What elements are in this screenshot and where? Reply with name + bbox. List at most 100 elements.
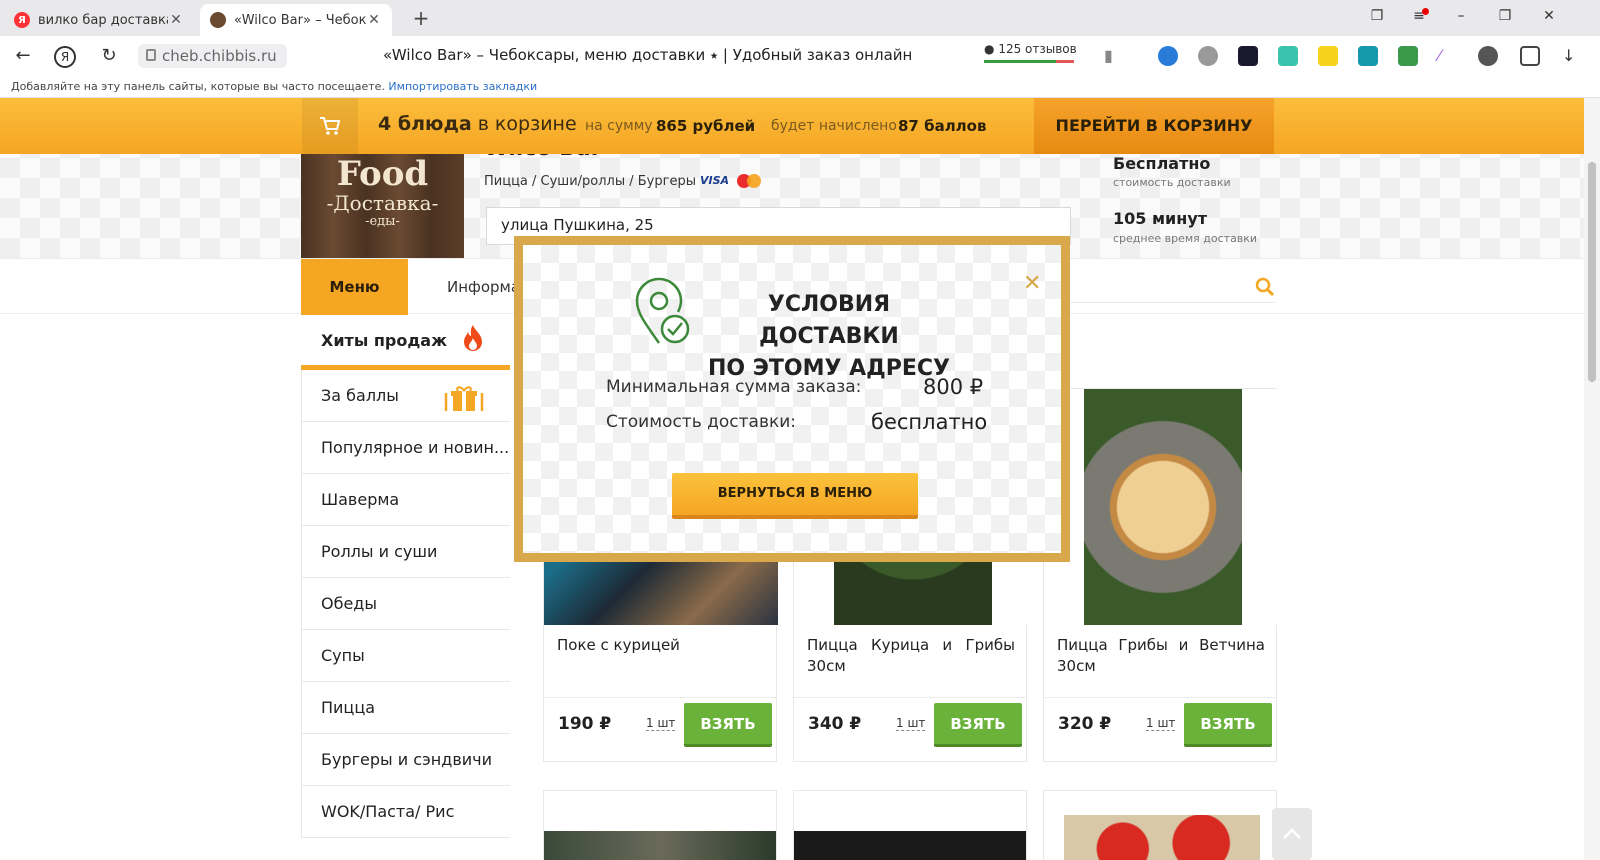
product-quantity[interactable]: 1 шт	[896, 716, 926, 731]
tabs-list-icon[interactable]: ❐	[1362, 8, 1392, 28]
sidebar-item-label: Супы	[321, 646, 365, 665]
url-field[interactable]: cheb.chibbis.ru	[138, 44, 287, 68]
cart-count-number: 4 блюда	[378, 113, 472, 135]
back-arrow-icon[interactable]: ←	[12, 46, 34, 68]
logo-line-2: -Доставка-	[326, 191, 439, 215]
browser-tab-2[interactable]: «Wilco Bar» – Чебоксар ✕	[200, 4, 392, 36]
extension-yellow-icon[interactable]	[1318, 46, 1338, 66]
sidebar-item-label: Шаверма	[321, 490, 400, 509]
product-name[interactable]: Поке с курицей	[557, 635, 765, 656]
reviews-badge[interactable]: ● 125 отзывов	[984, 42, 1077, 63]
sidebar-item-burgers[interactable]: Бургеры и сэндвичи	[301, 734, 510, 786]
sidebar-item-label: Бургеры и сэндвичи	[321, 750, 492, 769]
close-tab-icon[interactable]: ✕	[366, 12, 382, 28]
browser-tab-1[interactable]: Я вилко бар доставка чебок ✕	[4, 4, 194, 36]
lock-icon	[146, 49, 156, 61]
product-card: Пицца Грибы и Ветчина 30см 320 ₽ 1 шт ВЗ…	[1043, 388, 1278, 762]
rating-bar	[984, 60, 1074, 63]
sidebar-item-hits[interactable]: Хиты продаж	[301, 314, 510, 370]
product-card	[1043, 790, 1277, 860]
product-image[interactable]	[794, 831, 1026, 860]
address-bar: ← Я ↻ cheb.chibbis.ru «Wilco Bar» – Чебо…	[0, 36, 1600, 76]
tab-info[interactable]: Информа	[447, 259, 520, 315]
extension-bulb-icon[interactable]	[1478, 46, 1498, 66]
product-image[interactable]	[1064, 815, 1260, 860]
delivery-conditions-modal: ✕ УСЛОВИЯ ДОСТАВКИ ПО ЭТОМУ АДРЕСУ Миним…	[514, 236, 1070, 562]
restaurant-logo: Food -Доставка- -еды-	[301, 154, 464, 258]
extension-shield-icon[interactable]	[1398, 46, 1418, 66]
menu-icon[interactable]: ≡	[1404, 8, 1434, 28]
extension-teal-icon[interactable]	[1278, 46, 1298, 66]
product-price: 340 ₽	[808, 714, 862, 734]
close-tab-icon[interactable]: ✕	[168, 12, 184, 28]
sidebar-item-soups[interactable]: Супы	[301, 630, 510, 682]
import-bookmarks-link[interactable]: Импортировать закладки	[388, 80, 537, 93]
minimize-button[interactable]: –	[1446, 8, 1476, 28]
delivery-cost-value: Бесплатно	[1113, 154, 1211, 173]
tab-title: «Wilco Bar» – Чебоксар	[234, 12, 366, 28]
sidebar-item-popular[interactable]: Популярное и новин...	[301, 422, 510, 474]
extension-blue-icon[interactable]	[1358, 46, 1378, 66]
sidebar-item-label: Хиты продаж	[321, 331, 447, 350]
extension-cloud-icon[interactable]	[1158, 46, 1178, 66]
extension-pen-icon[interactable]: ⁄	[1438, 46, 1458, 66]
cart-sum-label: на сумму	[585, 118, 653, 134]
go-to-cart-button[interactable]: ПЕРЕЙТИ В КОРЗИНУ	[1034, 98, 1274, 154]
close-window-button[interactable]: ✕	[1534, 8, 1564, 28]
delivery-cost-value: бесплатно	[871, 410, 988, 434]
reload-icon[interactable]: ↻	[98, 46, 120, 68]
scrollbar-thumb[interactable]	[1588, 162, 1596, 382]
product-name[interactable]: Пицца Курица и Грибы 30см	[807, 635, 1015, 677]
category-sidebar: Хиты продаж За баллы Популярное и новин.…	[301, 314, 510, 838]
web-page: Food -Доставка- -еды- Wilco Bar Пицца / …	[0, 98, 1584, 860]
sidebar-item-label: Пицца	[321, 698, 376, 717]
tab-title: вилко бар доставка чебок	[38, 12, 168, 28]
gift-icon	[444, 382, 484, 421]
extension-sh-icon[interactable]	[1238, 46, 1258, 66]
page-title: «Wilco Bar» – Чебоксары, меню доставки ⭑…	[383, 46, 913, 64]
downloads-icon[interactable]: ↓	[1562, 46, 1582, 66]
scroll-up-button[interactable]	[1272, 808, 1312, 860]
product-quantity[interactable]: 1 шт	[646, 716, 676, 731]
sidebar-item-label: Роллы и суши	[321, 542, 438, 561]
maximize-button[interactable]: ❐	[1490, 8, 1520, 28]
product-image[interactable]	[1044, 389, 1278, 625]
search-icon[interactable]	[1255, 277, 1275, 301]
cart-icon[interactable]	[302, 98, 358, 154]
divider	[1044, 697, 1276, 698]
product-image[interactable]	[544, 831, 776, 860]
take-button[interactable]: ВЗЯТЬ	[934, 703, 1022, 747]
logo-line-1: Food	[336, 154, 429, 194]
cart-points-label: будет начислено	[771, 118, 897, 134]
visa-icon: VISA	[700, 174, 730, 187]
delivery-cost-label: Стоимость доставки:	[606, 412, 797, 432]
product-name[interactable]: Пицца Грибы и Ветчина 30см	[1057, 635, 1265, 677]
site-favicon-icon	[210, 12, 226, 28]
restaurant-categories: Пицца / Суши/роллы / Бургеры	[484, 174, 696, 189]
bookmark-icon[interactable]: ▮	[1104, 46, 1124, 66]
new-tab-button[interactable]: +	[410, 8, 432, 30]
sidebar-item-lunches[interactable]: Обеды	[301, 578, 510, 630]
sidebar-item-pizza[interactable]: Пицца	[301, 682, 510, 734]
sidebar-item-shawarma[interactable]: Шаверма	[301, 474, 510, 526]
sidebar-item-wok[interactable]: WOK/Паста/ Рис	[301, 786, 510, 838]
fire-icon	[462, 322, 484, 376]
menu-search-input[interactable]: а	[1040, 271, 1275, 303]
tab-menu[interactable]: Меню	[301, 259, 408, 315]
close-icon[interactable]: ✕	[1023, 273, 1041, 295]
extension-puzzle-icon[interactable]	[1520, 46, 1540, 66]
product-card	[793, 790, 1027, 860]
take-button[interactable]: ВЗЯТЬ	[1184, 703, 1272, 747]
back-to-menu-button[interactable]: ВЕРНУТЬСЯ В МЕНЮ	[672, 473, 918, 519]
product-quantity[interactable]: 1 шт	[1146, 716, 1176, 731]
modal-title: УСЛОВИЯ ДОСТАВКИ ПО ЭТОМУ АДРЕСУ	[699, 289, 959, 385]
cart-points-value: 87 баллов	[898, 117, 987, 135]
sidebar-item-points[interactable]: За баллы	[301, 370, 510, 422]
min-order-label: Минимальная сумма заказа:	[606, 377, 862, 397]
extension-notifications-icon[interactable]	[1198, 46, 1218, 66]
page-scrollbar[interactable]	[1584, 98, 1600, 860]
sidebar-item-rolls[interactable]: Роллы и суши	[301, 526, 510, 578]
take-button[interactable]: ВЗЯТЬ	[684, 703, 772, 747]
browser-tabbar: Я вилко бар доставка чебок ✕ «Wilco Bar»…	[0, 0, 1600, 36]
yandex-icon[interactable]: Я	[54, 46, 76, 68]
